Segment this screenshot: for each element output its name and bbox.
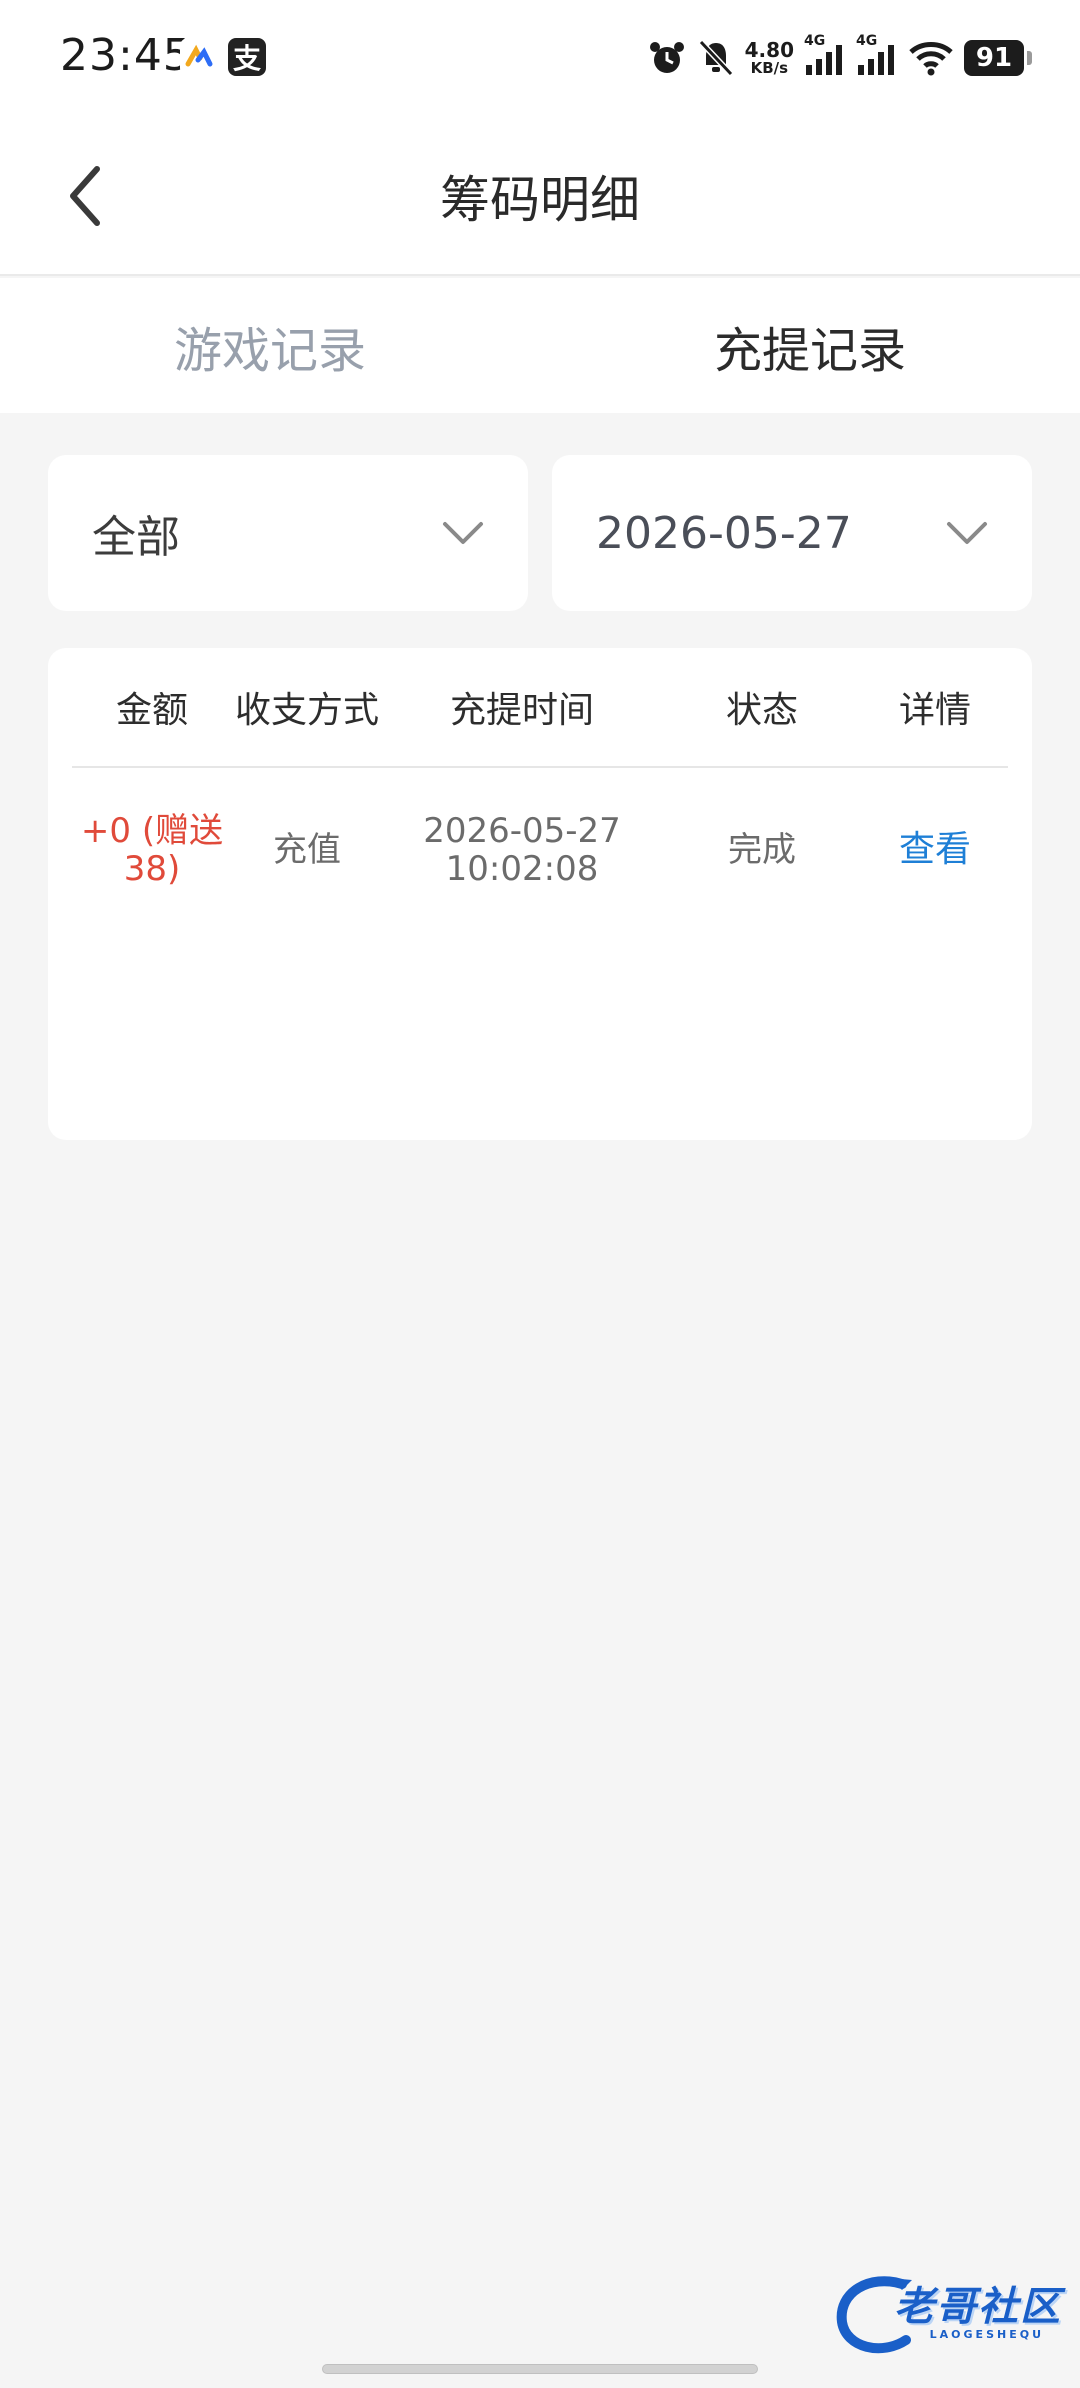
speed-unit: KB/s bbox=[750, 59, 789, 77]
table-row: +0 (赠送 38) 充值 2026-05-27 10:02:08 完成 查看 bbox=[72, 770, 1008, 930]
cell-status: 完成 bbox=[728, 830, 796, 870]
alarm-icon bbox=[647, 38, 687, 78]
date-filter-value: 2026-05-27 bbox=[596, 507, 852, 559]
cell-time-line: 10:02:08 bbox=[445, 849, 599, 889]
records-table: 金额 收支方式 充提时间 状态 详情 +0 (赠送 38) 充值 2026-05… bbox=[48, 648, 1032, 1140]
signal-2: 4G bbox=[856, 33, 898, 77]
chevron-down-icon bbox=[947, 522, 987, 544]
speed-value: 4.80 bbox=[744, 38, 794, 62]
header-status: 状态 bbox=[725, 690, 798, 731]
chevron-down-icon bbox=[443, 522, 483, 544]
cell-date-line: 2026-05-27 bbox=[423, 811, 621, 851]
page-title: 筹码明细 bbox=[440, 171, 640, 229]
type-filter-value: 全部 bbox=[92, 512, 180, 563]
header-detail: 详情 bbox=[898, 690, 971, 731]
cell-time: 2026-05-27 10:02:08 bbox=[382, 812, 662, 888]
date-filter-dropdown[interactable]: 2026-05-27 bbox=[552, 455, 1032, 611]
status-right: 4.80 KB/s 4G 4G 91 bbox=[647, 33, 1032, 82]
network-speed: 4.80 KB/s bbox=[745, 40, 794, 76]
watermark-text: 老哥社区 bbox=[894, 2284, 1062, 2330]
battery-indicator: 91 bbox=[964, 40, 1032, 76]
filter-bar: 全部 2026-05-27 bbox=[48, 455, 1032, 611]
header-method: 收支方式 bbox=[234, 690, 379, 731]
watermark-subtext: LAOGESHEQU bbox=[929, 2328, 1044, 2341]
record-tabs: 游戏记录 充提记录 bbox=[0, 278, 1080, 413]
view-detail-link[interactable]: 查看 bbox=[862, 831, 1008, 869]
amount-line-2: 38) bbox=[123, 849, 181, 889]
tab-game-records[interactable]: 游戏记录 bbox=[0, 278, 540, 413]
cell-method: 充值 bbox=[273, 830, 341, 870]
mute-bell-icon bbox=[697, 38, 735, 78]
cell-amount: +0 (赠送 38) bbox=[72, 812, 232, 888]
table-header: 金额 收支方式 充提时间 状态 详情 bbox=[72, 648, 1008, 768]
status-time: 23:45 bbox=[60, 30, 192, 81]
network-type-1: 4G bbox=[804, 33, 826, 49]
tab-deposit-withdraw-records[interactable]: 充提记录 bbox=[540, 278, 1080, 413]
home-indicator[interactable] bbox=[322, 2364, 758, 2374]
status-bar: 23:45 支 4.80 KB/s 4G 4G 91 bbox=[0, 0, 1080, 118]
network-type-2: 4G bbox=[856, 33, 878, 49]
header-amount: 金额 bbox=[115, 690, 188, 731]
header-time: 充提时间 bbox=[449, 690, 594, 731]
amount-line-1: +0 (赠送 bbox=[80, 811, 224, 851]
app-notification-icon bbox=[180, 38, 218, 76]
watermark-logo: 老哥社区 LAOGESHEQU bbox=[830, 2268, 1062, 2364]
wifi-icon bbox=[908, 39, 954, 77]
type-filter-dropdown[interactable]: 全部 bbox=[48, 455, 528, 611]
alipay-notification-icon: 支 bbox=[228, 38, 266, 76]
signal-1: 4G bbox=[804, 33, 846, 77]
nav-header: 筹码明细 bbox=[0, 118, 1080, 276]
